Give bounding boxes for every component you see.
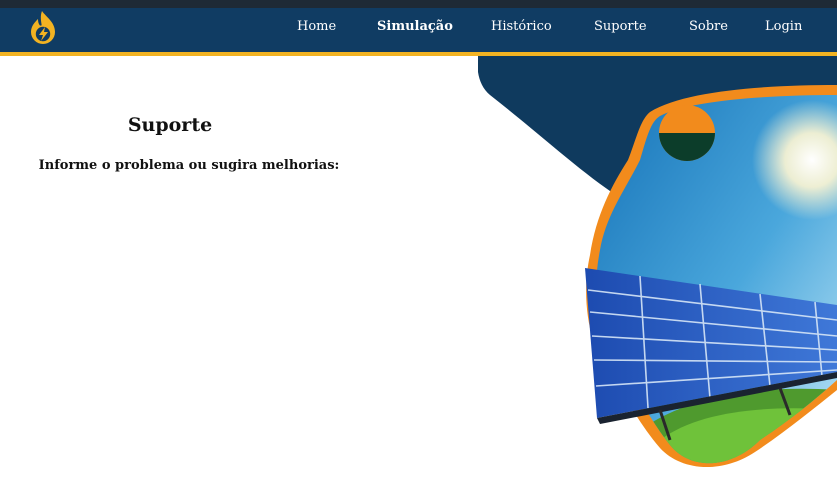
page-title: Suporte: [127, 114, 213, 136]
nav-simulacao[interactable]: Simulação: [377, 19, 453, 34]
window-top-strip: [0, 0, 837, 8]
flame-lightning-logo-icon[interactable]: [26, 9, 60, 47]
nav-suporte[interactable]: Suporte: [594, 19, 647, 34]
solar-hero-illustration: [478, 56, 837, 468]
support-prompt: Informe o problema ou sugira melhorias:: [38, 158, 340, 173]
nav-login[interactable]: Login: [765, 19, 802, 34]
nav-historico[interactable]: Histórico: [491, 19, 552, 34]
nav-sobre[interactable]: Sobre: [689, 19, 728, 34]
nav-home[interactable]: Home: [297, 19, 336, 34]
